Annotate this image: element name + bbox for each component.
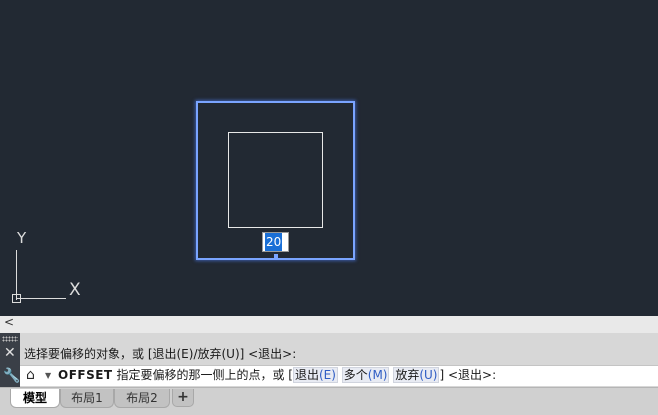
tab-layout2[interactable]: 布局2 (114, 389, 170, 408)
command-window: < ✕ 🔧 选择要偏移的对象，或 [退出(E)/放弃(U)] <退出>: ⌂ ▼… (0, 315, 658, 387)
tab-model[interactable]: 模型 (10, 389, 60, 408)
drag-handle-icon[interactable] (2, 336, 18, 342)
option-multiple[interactable]: 多个(M) (341, 367, 390, 383)
command-name: OFFSET (58, 368, 113, 382)
prompt-suffix: ] <退出>: (439, 368, 497, 382)
tab-layout1[interactable]: 布局1 (60, 389, 114, 408)
add-layout-button[interactable]: + (172, 389, 194, 407)
option-undo[interactable]: 放弃(U) (393, 367, 440, 383)
ucs-icon: Y X (0, 225, 100, 310)
wrench-icon[interactable]: 🔧 (3, 368, 20, 384)
layout-tab-bar: 模型 布局1 布局2 + (0, 387, 658, 415)
chevron-down-icon[interactable]: ▼ (45, 366, 51, 385)
horizontal-scrollbar[interactable]: < (0, 315, 658, 333)
command-cursor-icon[interactable]: ⌂ (26, 366, 35, 385)
scroll-left-icon[interactable]: < (4, 315, 14, 329)
command-history-line: 选择要偏移的对象，或 [退出(E)/放弃(U)] <退出>: (24, 347, 297, 361)
ucs-x-label: X (69, 280, 81, 300)
ucs-origin-box (12, 294, 21, 303)
grip-point[interactable] (274, 254, 278, 258)
prompt-message: 指定要偏移的那一侧上的点，或 [ (116, 368, 293, 382)
drawing-canvas[interactable]: 20 Y X (0, 0, 658, 316)
prompt-text: OFFSET 指定要偏移的那一侧上的点，或 [退出(E) 多个(M) 放弃(U)… (58, 366, 496, 385)
ucs-y-label: Y (17, 229, 27, 247)
close-icon[interactable]: ✕ (4, 345, 16, 361)
inner-square[interactable] (228, 132, 323, 228)
ucs-x-axis (16, 298, 66, 299)
command-prompt-line[interactable]: ⌂ ▼ OFFSET 指定要偏移的那一侧上的点，或 [退出(E) 多个(M) 放… (20, 365, 658, 386)
ucs-y-axis (16, 250, 17, 300)
option-exit[interactable]: 退出(E) (292, 367, 338, 383)
dynamic-input-field[interactable]: 20 (262, 232, 289, 252)
dynamic-input-value[interactable]: 20 (265, 233, 283, 251)
